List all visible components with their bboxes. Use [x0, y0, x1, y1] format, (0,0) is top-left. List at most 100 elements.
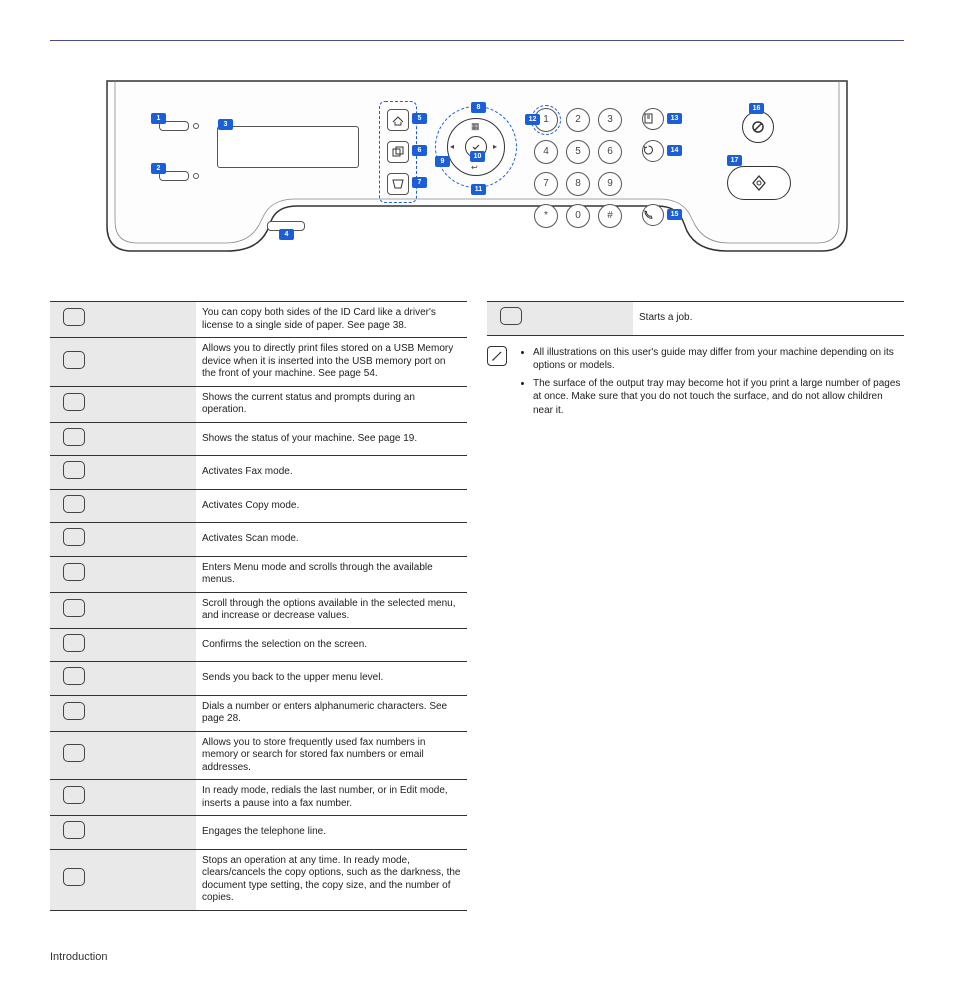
address-book-icon [643, 113, 654, 124]
fax-mode-button [387, 109, 409, 131]
row-description: Shows the status of your machine. See pa… [196, 422, 467, 456]
stop-button [742, 111, 774, 143]
table-row: Activates Fax mode. [50, 456, 467, 490]
row-number-shape [63, 868, 85, 886]
row-label [98, 489, 196, 523]
table-row: Shows the status of your machine. See pa… [50, 422, 467, 456]
keypad-5: 5 [566, 140, 590, 164]
control-panel-illustration: ▦ ↩ ◂ ▸ 1 2 3 4 5 6 7 8 9 * 0 # [87, 71, 867, 266]
row-description: Starts a job. [633, 302, 904, 336]
callout-4: 4 [279, 229, 294, 240]
address-book-button [642, 108, 664, 130]
note-item: The surface of the output tray may becom… [533, 377, 904, 418]
row-description: Activates Fax mode. [196, 456, 467, 490]
callout-9: 9 [435, 156, 450, 167]
row-description: Shows the current status and prompts dur… [196, 386, 467, 422]
row-label [98, 302, 196, 338]
row-label [98, 780, 196, 816]
callout-16: 16 [749, 103, 764, 114]
copy-icon [392, 146, 404, 158]
row-number-shape [63, 563, 85, 581]
callout-7: 7 [412, 177, 427, 188]
row-description: Engages the telephone line. [196, 816, 467, 850]
table-row: Confirms the selection on the screen. [50, 628, 467, 662]
callout-15: 15 [667, 209, 682, 220]
chevron-right-icon: ▸ [493, 142, 497, 151]
keypad-star: * [534, 204, 558, 228]
phone-icon [643, 209, 654, 220]
row-number-shape [63, 786, 85, 804]
menu-icon: ▦ [471, 121, 480, 132]
row-label [98, 662, 196, 696]
row-description: Activates Copy mode. [196, 489, 467, 523]
table-row: Enters Menu mode and scrolls through the… [50, 556, 467, 592]
callout-10: 10 [470, 151, 485, 162]
row-number-shape [63, 495, 85, 513]
row-number-shape [63, 351, 85, 369]
row-description: In ready mode, redials the last number, … [196, 780, 467, 816]
callout-14: 14 [667, 145, 682, 156]
callout-2: 2 [151, 163, 166, 174]
table-row: Shows the current status and prompts dur… [50, 386, 467, 422]
row-label [98, 731, 196, 780]
row-label [98, 556, 196, 592]
stop-icon [751, 120, 765, 134]
row-number-shape [500, 307, 522, 325]
table-row: In ready mode, redials the last number, … [50, 780, 467, 816]
keypad-9: 9 [598, 172, 622, 196]
start-button [727, 166, 791, 200]
row-number-shape [63, 599, 85, 617]
back-icon: ↩ [471, 163, 478, 172]
keypad-3: 3 [598, 108, 622, 132]
table-row: Sends you back to the upper menu level. [50, 662, 467, 696]
table-row: Activates Copy mode. [50, 489, 467, 523]
note-icon [487, 346, 507, 366]
row-number-shape [63, 744, 85, 762]
keypad-hash: # [598, 204, 622, 228]
row-number-shape [63, 528, 85, 546]
callout-3: 3 [218, 119, 233, 130]
row-label [98, 628, 196, 662]
row-number-shape [63, 393, 85, 411]
row-label [98, 386, 196, 422]
row-number-shape [63, 821, 85, 839]
scan-icon [392, 178, 404, 190]
row-number-shape [63, 308, 85, 326]
row-label [535, 302, 633, 336]
row-number-shape [63, 634, 85, 652]
row-label [98, 456, 196, 490]
row-number-shape [63, 702, 85, 720]
callout-8: 8 [471, 102, 486, 113]
row-description: You can copy both sides of the ID Card l… [196, 302, 467, 338]
row-number-shape [63, 461, 85, 479]
redial-button [642, 140, 664, 162]
row-description: Allows you to directly print files store… [196, 338, 467, 387]
table-row: Dials a number or enters alphanumeric ch… [50, 695, 467, 731]
keypad-8: 8 [566, 172, 590, 196]
row-label [98, 816, 196, 850]
left-description-table: You can copy both sides of the ID Card l… [50, 301, 467, 911]
table-row: Engages the telephone line. [50, 816, 467, 850]
chevron-left-icon: ◂ [450, 142, 454, 151]
copy-mode-button [387, 141, 409, 163]
row-description: Stops an operation at any time. In ready… [196, 849, 467, 910]
row-label [98, 338, 196, 387]
keypad-0: 0 [566, 204, 590, 228]
row-description: Sends you back to the upper menu level. [196, 662, 467, 696]
lcd-display [217, 126, 359, 168]
note-block: All illustrations on this user's guide m… [487, 346, 904, 422]
row-description: Allows you to store frequently used fax … [196, 731, 467, 780]
note-item: All illustrations on this user's guide m… [533, 346, 904, 373]
table-row: Activates Scan mode. [50, 523, 467, 557]
row-label [98, 695, 196, 731]
row-description: Activates Scan mode. [196, 523, 467, 557]
table-row: Allows you to directly print files store… [50, 338, 467, 387]
header-rule [50, 40, 904, 41]
table-row: Allows you to store frequently used fax … [50, 731, 467, 780]
keypad-6: 6 [598, 140, 622, 164]
callout-1: 1 [151, 113, 166, 124]
callout-13: 13 [667, 113, 682, 124]
table-row: Scroll through the options available in … [50, 592, 467, 628]
keypad-2: 2 [566, 108, 590, 132]
row-description: Enters Menu mode and scrolls through the… [196, 556, 467, 592]
